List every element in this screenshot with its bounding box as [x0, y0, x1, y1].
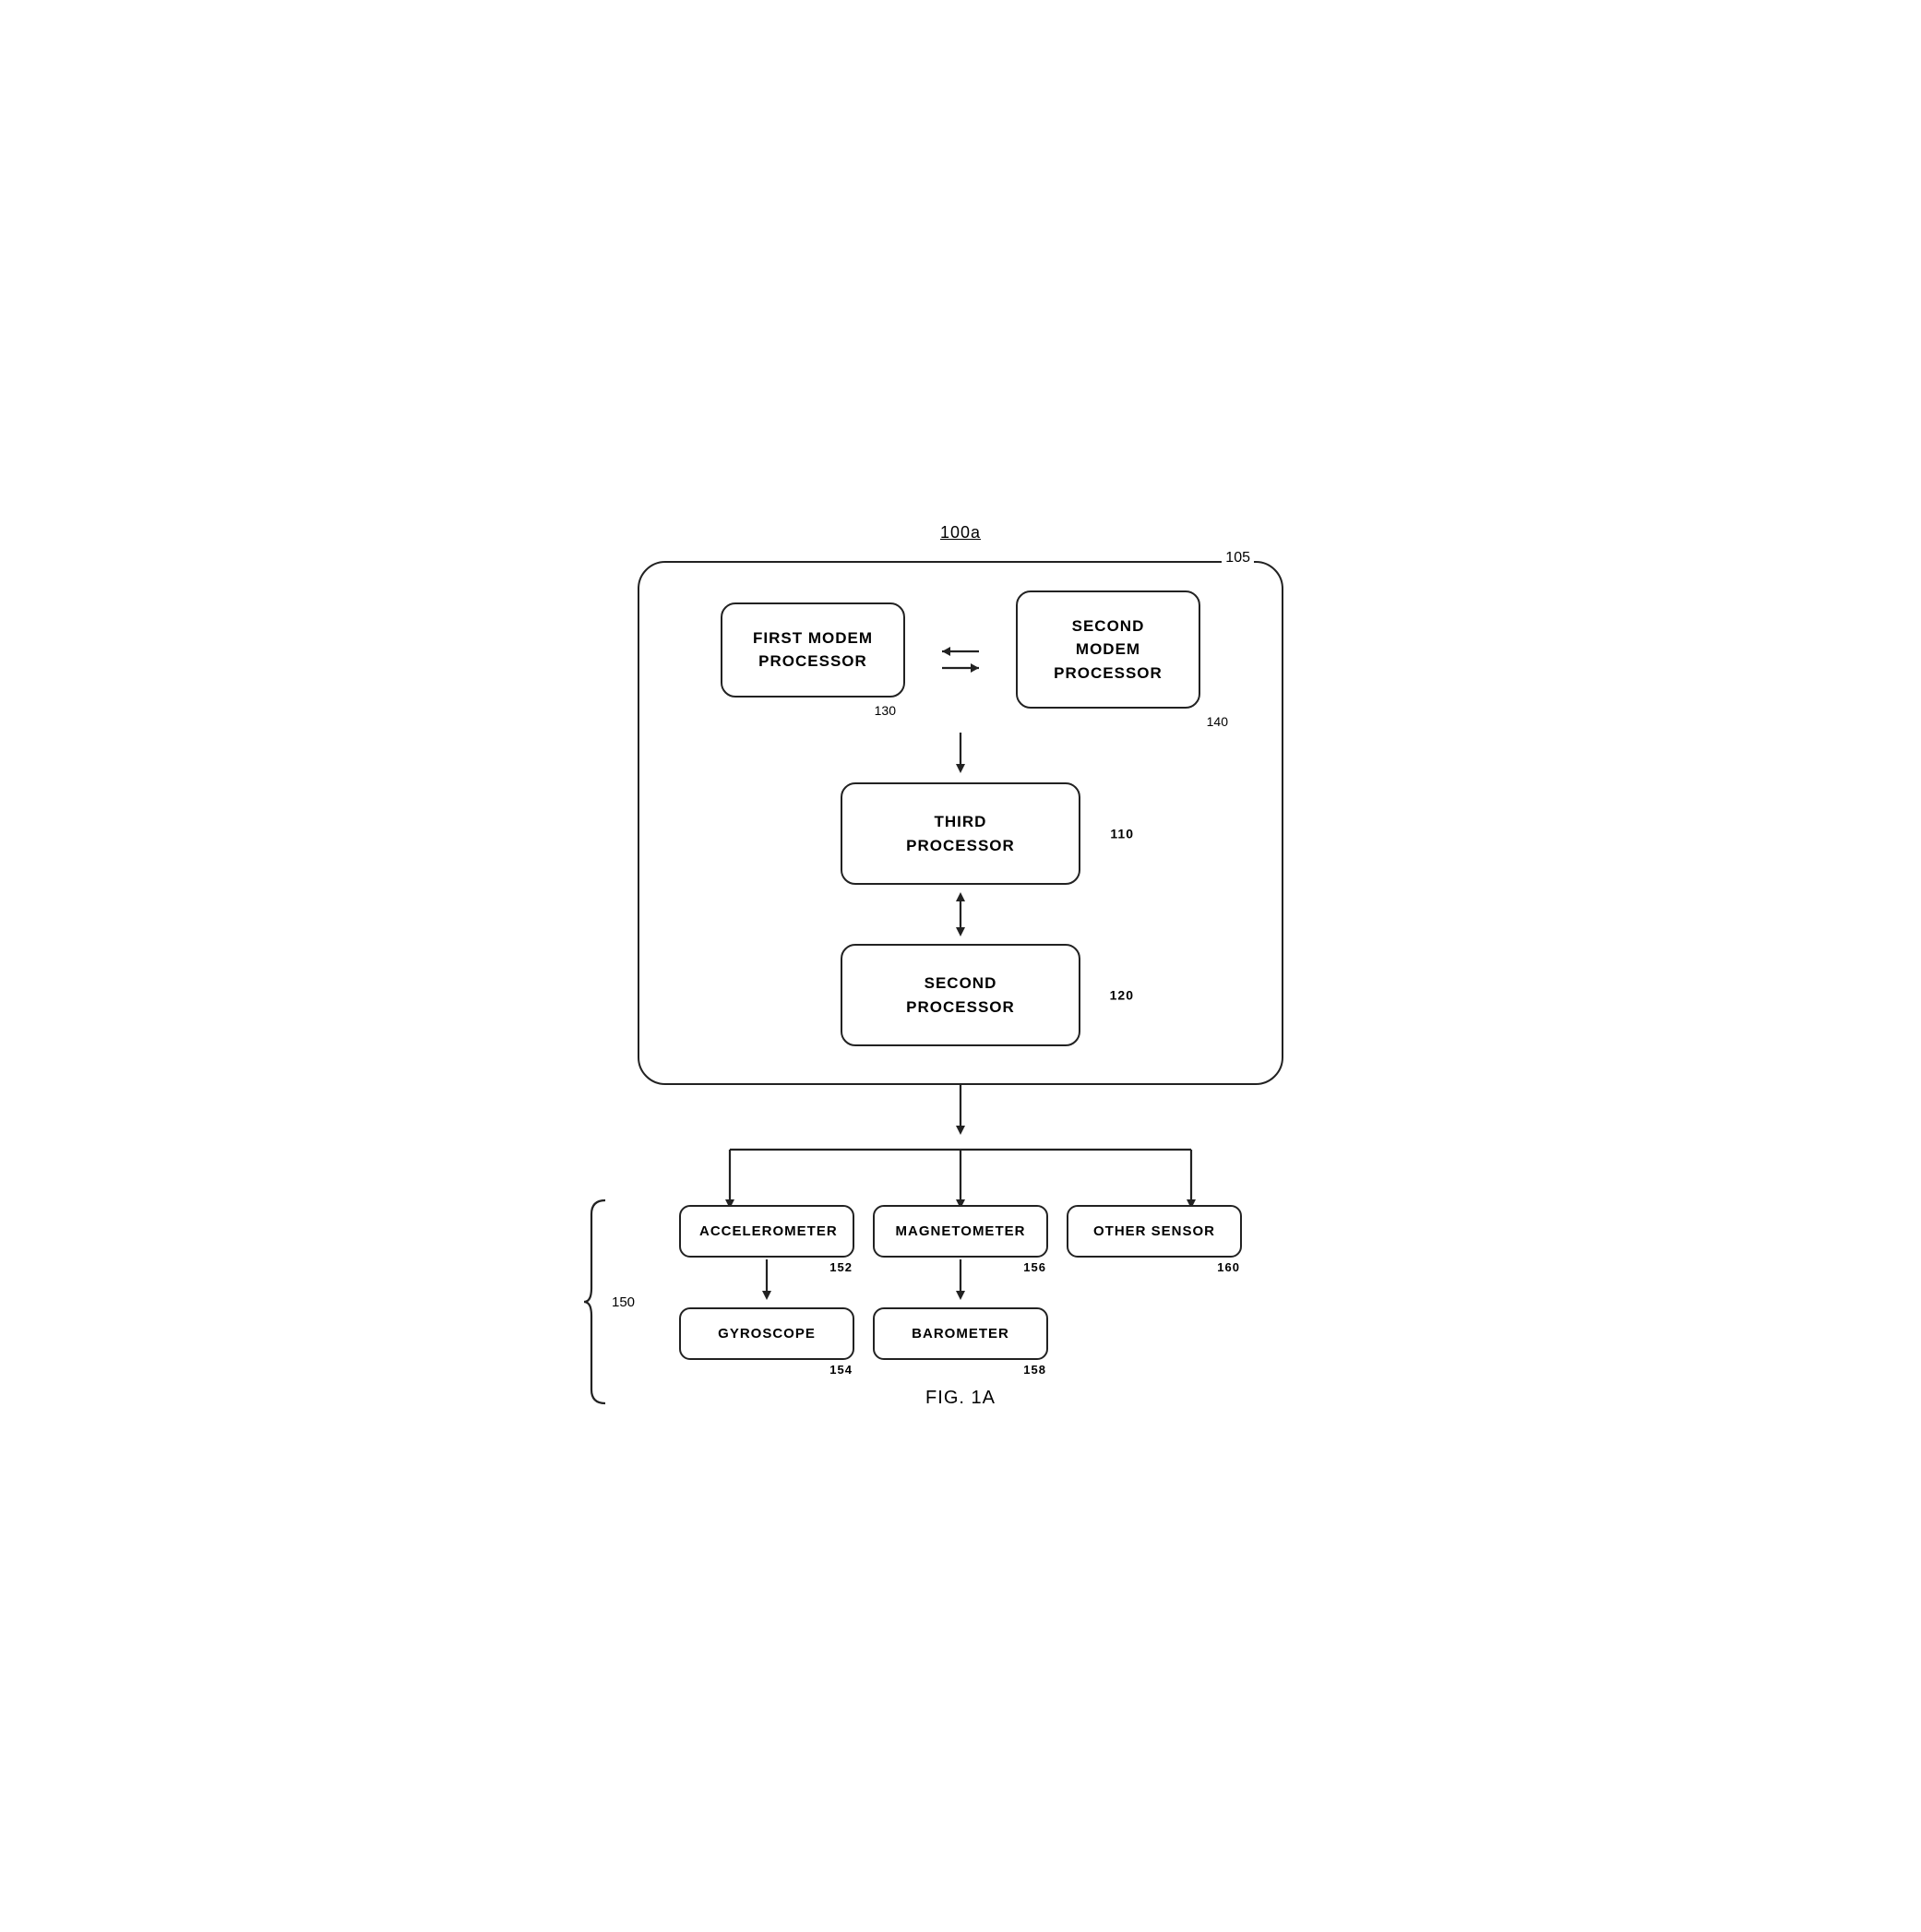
- first-modem-ref: 130: [875, 703, 896, 718]
- sensors-section: ACCELEROMETER 152 GYROSCOPE 154: [638, 1085, 1283, 1360]
- arrow-accel-to-gyro-svg: [753, 1259, 781, 1306]
- accelerometer-column: ACCELEROMETER 152 GYROSCOPE 154: [679, 1205, 854, 1360]
- other-sensor-box: OTHER SENSOR 160: [1067, 1205, 1242, 1258]
- sensors-group-ref-area: 150: [582, 1196, 635, 1408]
- brace-svg: [582, 1196, 610, 1408]
- second-modem-ref: 140: [1207, 714, 1228, 729]
- bidir-arrow-third-second-svg: [947, 887, 974, 942]
- second-modem-processor-box: SECOND MODEMPROCESSOR: [1016, 590, 1200, 710]
- gyroscope-label: GYROSCOPE: [718, 1326, 816, 1342]
- third-processor-box: THIRDPROCESSOR 110: [841, 782, 1080, 885]
- modem-processors-row: FIRST MODEMPROCESSOR 130: [676, 590, 1245, 730]
- first-modem-label: FIRST MODEMPROCESSOR: [753, 629, 873, 671]
- magnetometer-column: MAGNETOMETER 156 BAROMETER 158: [873, 1205, 1048, 1360]
- barometer-ref: 158: [1023, 1363, 1046, 1377]
- arrow-mag-to-baro-svg: [947, 1259, 974, 1306]
- third-processor-container: THIRDPROCESSOR 110: [841, 782, 1080, 885]
- outer-box-label: 105: [1222, 550, 1254, 566]
- magnetometer-label: MAGNETOMETER: [896, 1223, 1026, 1239]
- other-sensor-ref: 160: [1217, 1260, 1240, 1274]
- accelerometer-label: ACCELEROMETER: [699, 1223, 838, 1239]
- sensors-group-ref-label: 150: [612, 1294, 635, 1310]
- arrow-to-sensors: [638, 1085, 1283, 1140]
- second-processor-label-text: SECONDPROCESSOR: [906, 974, 1015, 1016]
- bidirectional-arrows-svg: [928, 637, 993, 683]
- magnetometer-box: MAGNETOMETER 156: [873, 1205, 1048, 1258]
- arrow-down-to-sensors-svg: [947, 1085, 974, 1140]
- barometer-box: BAROMETER 158: [873, 1307, 1048, 1360]
- diagram-container: 100a 105 FIRST MODEMPROCESSOR 130: [545, 523, 1376, 1410]
- diagram-layout: 100a 105 FIRST MODEMPROCESSOR 130: [545, 523, 1376, 1410]
- third-processor-label: THIRDPROCESSOR: [906, 813, 1015, 854]
- second-processor-container: SECONDPROCESSOR 120: [841, 944, 1080, 1046]
- first-modem-processor-box: FIRST MODEMPROCESSOR: [721, 602, 905, 698]
- arrow-third-to-second: [947, 887, 974, 942]
- barometer-label: BAROMETER: [912, 1326, 1009, 1342]
- modem-arrows: [933, 637, 988, 683]
- third-processor-ref: 110: [1110, 824, 1134, 843]
- figure-reference: 100a: [940, 523, 981, 543]
- other-sensor-label: OTHER SENSOR: [1093, 1223, 1215, 1239]
- second-processor-box: SECONDPROCESSOR 120: [841, 944, 1080, 1046]
- outer-system-box: 105 FIRST MODEMPROCESSOR 130: [638, 561, 1283, 1086]
- accelerometer-box: ACCELEROMETER 152: [679, 1205, 854, 1258]
- second-modem-label: SECOND MODEMPROCESSOR: [1054, 617, 1163, 682]
- arrow-down-to-third-svg: [947, 733, 974, 779]
- magnetometer-ref: 156: [1023, 1260, 1046, 1274]
- accelerometer-ref: 152: [829, 1260, 853, 1274]
- gyroscope-box: GYROSCOPE 154: [679, 1307, 854, 1360]
- figure-caption: FIG. 1A: [925, 1388, 996, 1409]
- gyroscope-ref: 154: [829, 1363, 853, 1377]
- other-sensor-column: OTHER SENSOR 160: [1067, 1205, 1242, 1360]
- sensor-boxes-row: ACCELEROMETER 152 GYROSCOPE 154: [679, 1205, 1242, 1360]
- arrow-modems-to-third: [947, 733, 974, 779]
- sensor-branches: ACCELEROMETER 152 GYROSCOPE 154: [638, 1140, 1283, 1360]
- second-processor-ref: 120: [1110, 985, 1134, 1005]
